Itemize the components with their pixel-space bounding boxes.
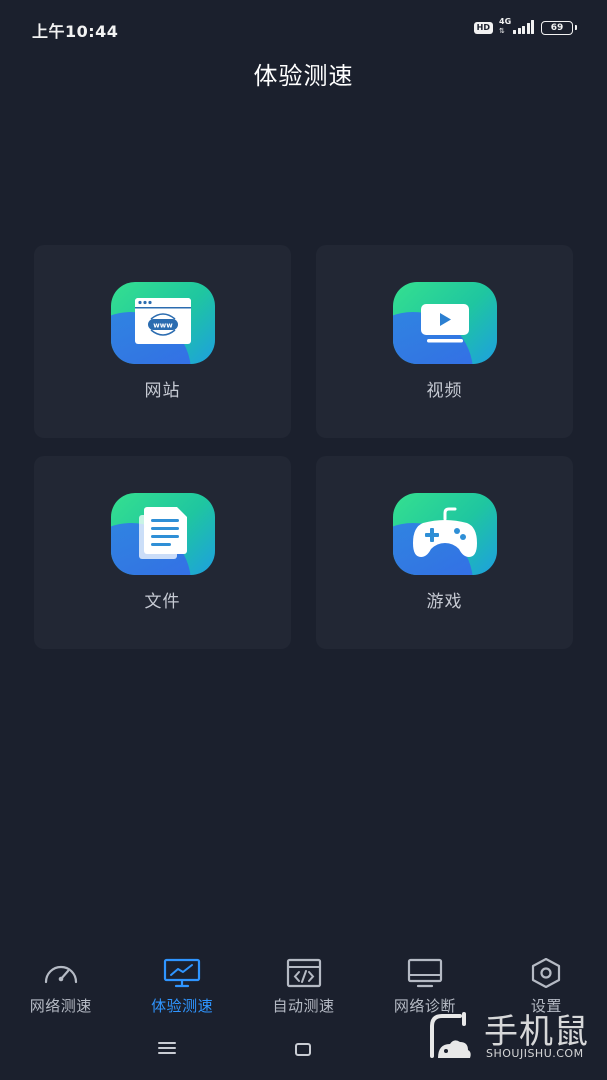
website-icon: www [111,282,215,364]
card-label-video: 视频 [426,381,463,401]
card-file[interactable]: 文件 [34,456,291,649]
network-type: 4G [499,17,512,26]
card-video[interactable]: 视频 [316,245,573,438]
status-icons: HD 4G ⇅ 69 [473,17,577,38]
tab-experience-speed[interactable]: 体验测速 [121,948,242,1028]
app-screen: 上午10:44 HD 4G ⇅ 69 体验测速 www 网站 视频 文件 游戏 … [0,0,607,1080]
tab-network-speed[interactable]: 网络测速 [0,948,121,1028]
watermark: 手机鼠 SHOUJISHU.COM [424,1000,594,1068]
card-game[interactable]: 游戏 [316,456,573,649]
status-bar: 上午10:44 HD 4G ⇅ 69 [0,0,607,56]
cellular-signal-icon: 4G ⇅ [499,17,535,38]
page-title: 体验测速 [253,62,354,90]
monitor-icon [407,958,443,988]
signal-bars-icon [513,20,534,34]
status-time: 上午10:44 [32,22,119,41]
nav-label: 体验测速 [151,997,214,1015]
speedometer-icon [44,965,77,984]
watermark-subtext: SHOUJISHU.COM [486,1047,584,1060]
menu-icon[interactable] [158,1042,176,1056]
video-icon [393,282,497,364]
watermark-text: 手机鼠 [484,1012,589,1052]
code-window-icon [286,958,321,988]
card-label-game: 游戏 [426,592,463,612]
card-label-file: 文件 [144,592,181,612]
home-icon[interactable] [295,1043,311,1056]
card-label-website: 网站 [144,381,181,401]
nav-label: 网络测速 [29,997,92,1015]
watermark-logo-icon [430,1012,471,1058]
battery-icon: 69 [541,21,577,35]
nav-label: 自动测速 [272,997,335,1015]
file-icon [111,493,215,575]
battery-level: 69 [550,23,564,33]
hd-badge: HD [473,22,493,34]
monitor-chart-icon [164,958,201,988]
settings-hexagon-icon [532,958,561,988]
svg-text:www: www [153,322,173,330]
game-icon [393,493,497,575]
tab-auto-speed[interactable]: 自动测速 [243,948,364,1028]
data-arrows-icon: ⇅ [499,27,505,35]
card-website[interactable]: www 网站 [34,245,291,438]
